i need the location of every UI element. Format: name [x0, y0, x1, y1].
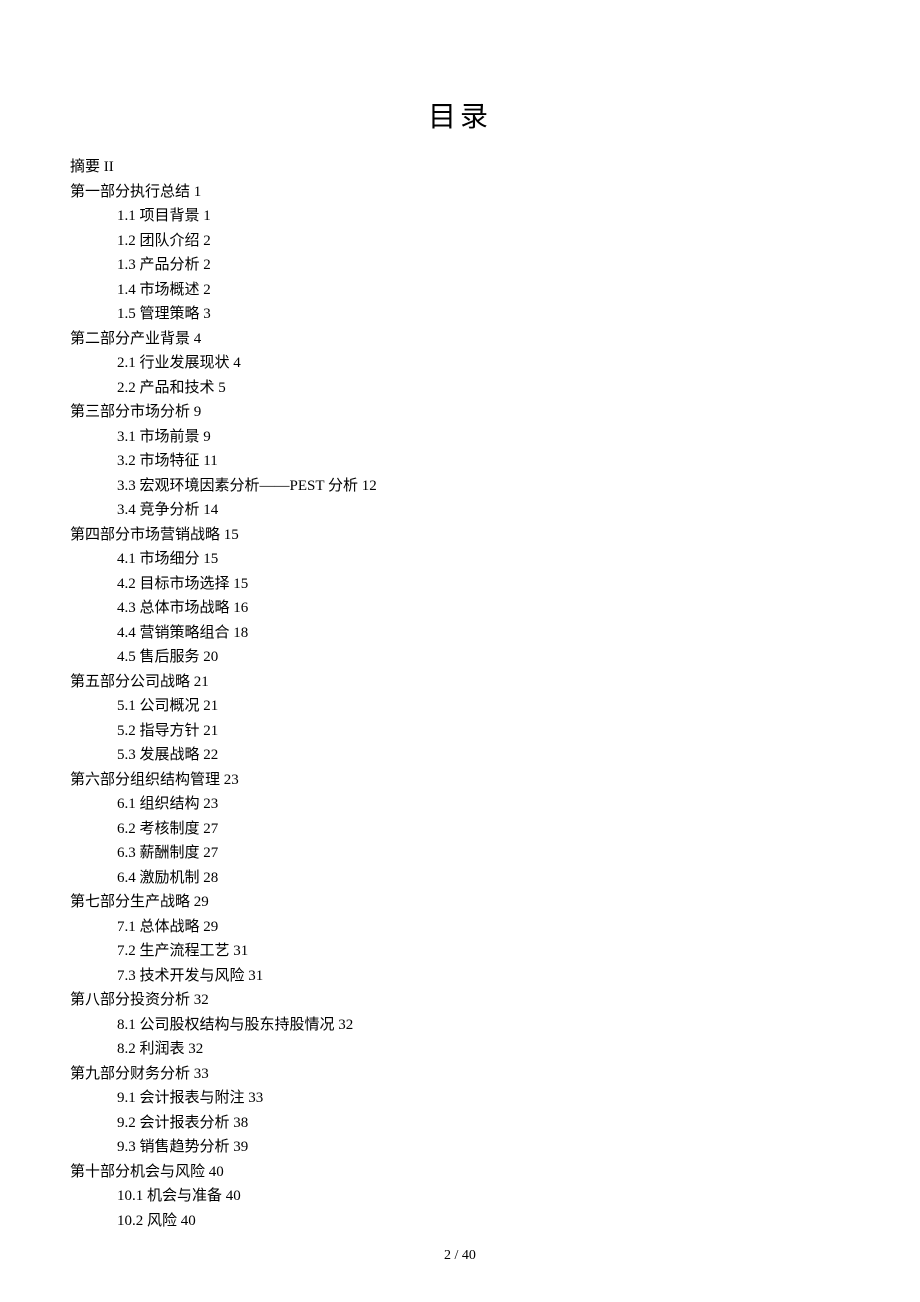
toc-entry: 第一部分执行总结 1: [70, 180, 850, 205]
toc-entry: 10.1 机会与准备 40: [70, 1184, 850, 1209]
toc-entry: 7.3 技术开发与风险 31: [70, 964, 850, 989]
toc-entry: 5.2 指导方针 21: [70, 719, 850, 744]
toc-entry: 3.2 市场特征 11: [70, 449, 850, 474]
toc-entry: 4.2 目标市场选择 15: [70, 572, 850, 597]
toc-entry: 2.2 产品和技术 5: [70, 376, 850, 401]
toc-entry: 3.3 宏观环境因素分析——PEST 分析 12: [70, 474, 850, 499]
toc-entry: 第八部分投资分析 32: [70, 988, 850, 1013]
toc-entry: 9.3 销售趋势分析 39: [70, 1135, 850, 1160]
toc-entry: 4.1 市场细分 15: [70, 547, 850, 572]
toc-entry: 10.2 风险 40: [70, 1209, 850, 1234]
toc-entry: 5.3 发展战略 22: [70, 743, 850, 768]
toc-entry: 第七部分生产战略 29: [70, 890, 850, 915]
toc-entry: 3.4 竞争分析 14: [70, 498, 850, 523]
toc-entry: 7.1 总体战略 29: [70, 915, 850, 940]
toc-entry: 1.1 项目背景 1: [70, 204, 850, 229]
toc-entry: 8.1 公司股权结构与股东持股情况 32: [70, 1013, 850, 1038]
toc-entry: 8.2 利润表 32: [70, 1037, 850, 1062]
toc-entry: 2.1 行业发展现状 4: [70, 351, 850, 376]
toc-entry: 3.1 市场前景 9: [70, 425, 850, 450]
toc-entry: 7.2 生产流程工艺 31: [70, 939, 850, 964]
toc-entry: 摘要 II: [70, 155, 850, 180]
toc-entry: 9.1 会计报表与附注 33: [70, 1086, 850, 1111]
toc-entry: 4.4 营销策略组合 18: [70, 621, 850, 646]
toc-entry: 1.3 产品分析 2: [70, 253, 850, 278]
toc-entry: 6.1 组织结构 23: [70, 792, 850, 817]
page-number-footer: 2 / 40: [0, 1248, 920, 1264]
toc-entry: 第五部分公司战略 21: [70, 670, 850, 695]
toc-entry: 6.4 激励机制 28: [70, 866, 850, 891]
toc-entry: 第四部分市场营销战略 15: [70, 523, 850, 548]
toc-entry: 1.5 管理策略 3: [70, 302, 850, 327]
toc-entry: 9.2 会计报表分析 38: [70, 1111, 850, 1136]
toc-entry: 6.2 考核制度 27: [70, 817, 850, 842]
toc-entry: 4.5 售后服务 20: [70, 645, 850, 670]
toc-entry: 6.3 薪酬制度 27: [70, 841, 850, 866]
document-title: 目录: [70, 95, 850, 135]
toc-entry: 4.3 总体市场战略 16: [70, 596, 850, 621]
toc-entry: 1.4 市场概述 2: [70, 278, 850, 303]
toc-entry: 第十部分机会与风险 40: [70, 1160, 850, 1185]
toc-entry: 第六部分组织结构管理 23: [70, 768, 850, 793]
table-of-contents: 摘要 II第一部分执行总结 11.1 项目背景 11.2 团队介绍 21.3 产…: [70, 155, 850, 1233]
toc-entry: 5.1 公司概况 21: [70, 694, 850, 719]
toc-entry: 第三部分市场分析 9: [70, 400, 850, 425]
toc-entry: 第九部分财务分析 33: [70, 1062, 850, 1087]
toc-entry: 1.2 团队介绍 2: [70, 229, 850, 254]
toc-entry: 第二部分产业背景 4: [70, 327, 850, 352]
